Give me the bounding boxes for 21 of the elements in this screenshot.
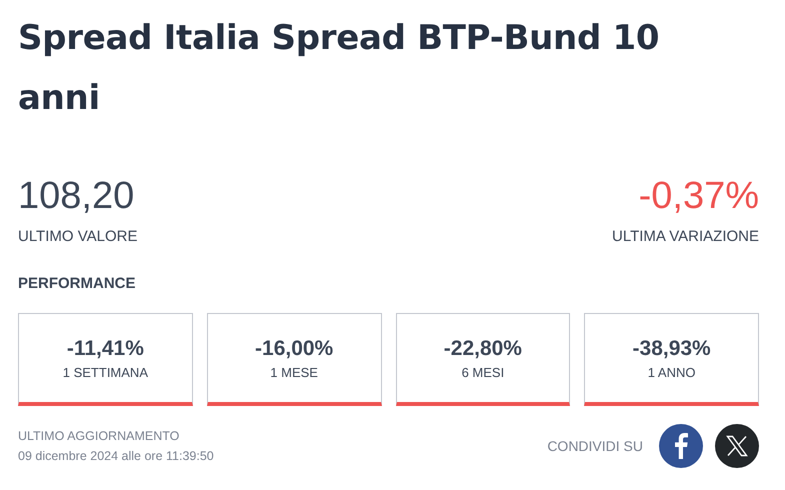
- last-change: -0,37%: [638, 174, 759, 218]
- x-button[interactable]: [715, 424, 759, 468]
- page-title: Spread Italia Spread BTP-Bund 10 anni: [18, 17, 660, 120]
- performance-value: -22,80%: [444, 336, 522, 360]
- performance-period: 6 MESI: [462, 364, 504, 380]
- update-timestamp: 09 dicembre 2024 alle ore 11:39:50: [18, 448, 214, 465]
- last-value: 108,20: [18, 174, 136, 218]
- performance-period: 1 MESE: [270, 364, 318, 380]
- performance-period: 1 ANNO: [648, 364, 696, 380]
- section-heading: PERFORMANCE: [18, 275, 137, 292]
- update-label: ULTIMO AGGIORNAMENTO: [18, 428, 180, 445]
- performance-value: -38,93%: [632, 336, 711, 360]
- performance-value: -11,41%: [66, 336, 144, 360]
- last-value-label: ULTIMO VALORE: [18, 228, 138, 245]
- facebook-icon: [674, 433, 688, 459]
- performance-period: 1 SETTIMANA: [62, 364, 148, 380]
- share-label: CONDIVIDI SU: [547, 438, 643, 454]
- performance-value: -16,00%: [255, 336, 334, 360]
- x-icon: [726, 435, 748, 457]
- last-change-label: ULTIMA VARIAZIONE: [612, 228, 759, 245]
- facebook-button[interactable]: [659, 424, 703, 468]
